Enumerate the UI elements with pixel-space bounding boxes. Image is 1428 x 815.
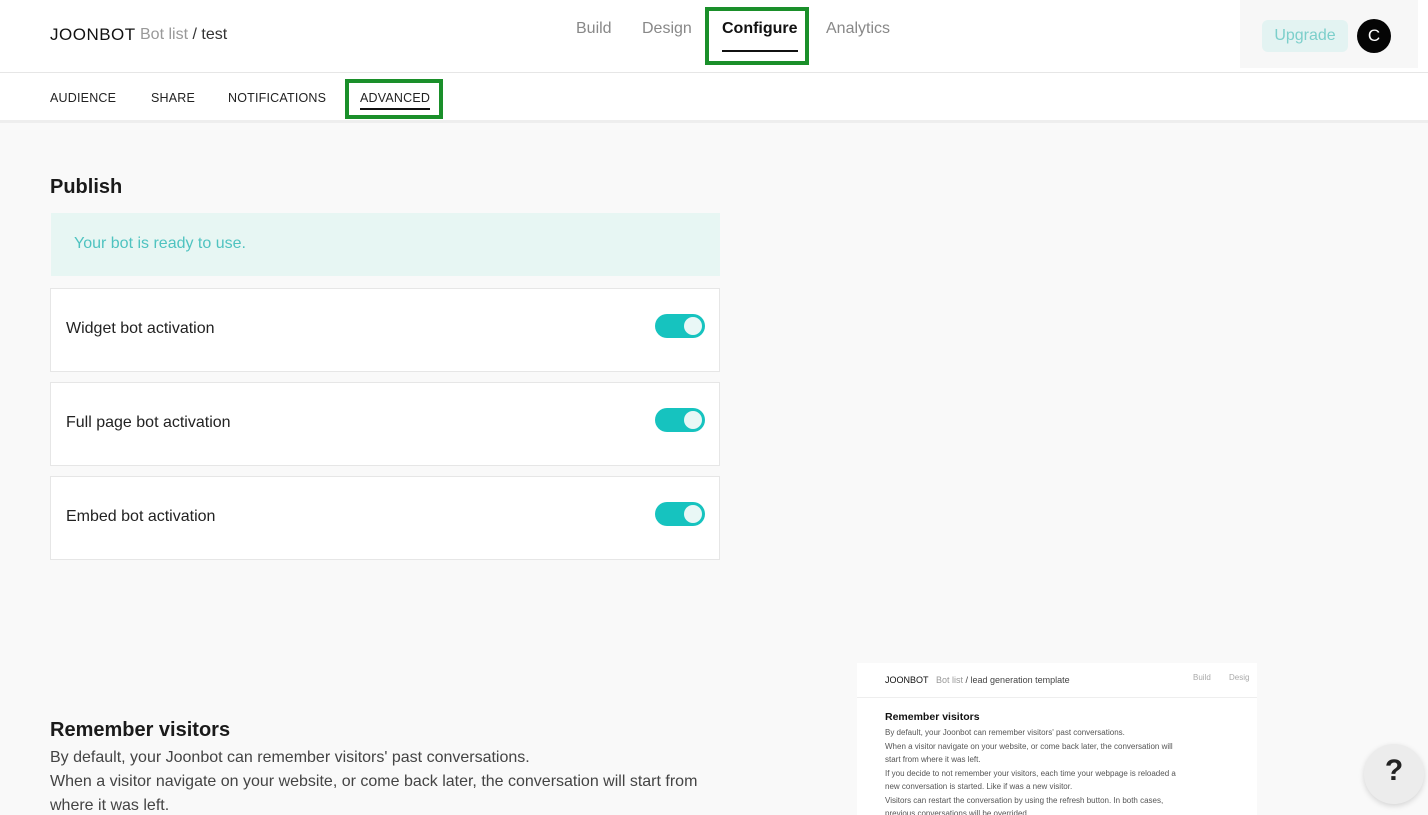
preview-line: new conversation is started. Like if was…	[885, 782, 1073, 791]
preview-line: start from where it was left.	[885, 755, 981, 764]
breadcrumb-bot-list[interactable]: Bot list	[140, 26, 188, 43]
widget-activation-toggle[interactable]	[655, 314, 705, 338]
preview-line: If you decide to not remember your visit…	[885, 768, 1176, 778]
remember-description-2: When a visitor navigate on your website,…	[50, 773, 698, 814]
breadcrumb: Bot list / test	[140, 26, 227, 44]
preview-breadcrumb: Bot list / lead generation template	[936, 675, 1070, 685]
full-page-activation-label: Full page bot activation	[66, 414, 231, 431]
preview-logo: JOONBOT	[885, 675, 929, 685]
remember-visitors-title: Remember visitors	[50, 719, 231, 741]
configure-subnav: AUDIENCE SHARE NOTIFICATIONS ADVANCED	[0, 73, 1428, 123]
breadcrumb-separator: /	[192, 26, 197, 43]
question-mark-icon: ?	[1384, 754, 1404, 787]
preview-crumb-parent: Bot list	[936, 675, 964, 685]
tab-build[interactable]: Build	[576, 20, 612, 38]
upgrade-button[interactable]: Upgrade	[1262, 20, 1348, 52]
help-chat-button[interactable]: ?	[1364, 744, 1424, 804]
toggle-knob	[684, 317, 702, 335]
embed-activation-toggle[interactable]	[655, 502, 705, 526]
tab-analytics[interactable]: Analytics	[826, 20, 890, 38]
preview-crumb-current: / lead generation template	[965, 675, 1070, 685]
remember-description-1: By default, your Joonbot can remember vi…	[50, 749, 530, 766]
embed-activation-label: Embed bot activation	[66, 508, 216, 525]
widget-activation-card: Widget bot activation	[50, 288, 720, 372]
preview-header: JOONBOT Bot list / lead generation templ…	[857, 663, 1257, 698]
subtab-share[interactable]: SHARE	[151, 91, 195, 105]
toggle-knob	[684, 505, 702, 523]
status-banner: Your bot is ready to use.	[51, 213, 720, 276]
app-logo[interactable]: JOONBOT	[50, 25, 136, 45]
subtab-notifications[interactable]: NOTIFICATIONS	[228, 91, 326, 105]
preview-tab-design: Desig	[1229, 673, 1250, 682]
advanced-highlight-box	[345, 79, 443, 119]
embed-activation-card: Embed bot activation	[50, 476, 720, 560]
configure-highlight-box	[705, 7, 809, 65]
preview-line: previous conversations will be overrided…	[885, 809, 1030, 815]
preview-title: Remember visitors	[885, 711, 980, 723]
publish-title: Publish	[50, 176, 123, 198]
toggle-knob	[684, 411, 702, 429]
widget-activation-label: Widget bot activation	[66, 320, 215, 337]
preview-line: When a visitor navigate on your website,…	[885, 741, 1173, 751]
preview-line: Visitors can restart the conversation by…	[885, 795, 1164, 805]
remember-visitors-preview-image: JOONBOT Bot list / lead generation templ…	[857, 663, 1257, 815]
subtab-audience[interactable]: AUDIENCE	[50, 91, 116, 105]
preview-text: By default, your Joonbot can remember vi…	[885, 726, 1235, 815]
tab-design[interactable]: Design	[642, 20, 692, 38]
full-page-activation-card: Full page bot activation	[50, 382, 720, 466]
preview-tab-build: Build	[1193, 673, 1211, 682]
breadcrumb-current: test	[201, 26, 228, 43]
avatar[interactable]: C	[1357, 19, 1391, 53]
top-navbar: JOONBOT Bot list / test Build Design Con…	[0, 0, 1428, 73]
full-page-activation-toggle[interactable]	[655, 408, 705, 432]
preview-line: By default, your Joonbot can remember vi…	[885, 728, 1125, 737]
